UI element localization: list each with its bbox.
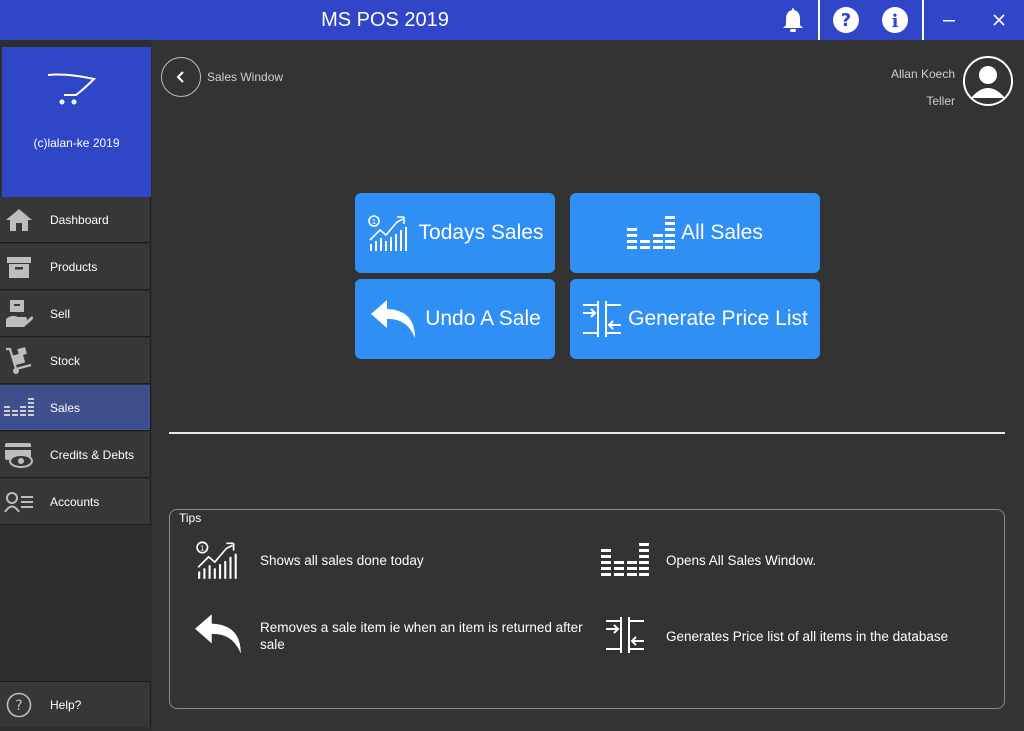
help-circle-icon[interactable]: ? [830,0,862,40]
tip-text: Opens All Sales Window. [666,553,817,568]
undo-arrow-icon [371,300,416,338]
card-eye-icon [4,440,34,470]
minimize-icon[interactable] [936,0,962,40]
transfer-icon [606,617,644,653]
undo-sale-label: Undo A Sale [425,307,541,330]
sidebar-item-credits-debts[interactable]: Credits & Debts [0,432,151,478]
bars-icon [627,216,676,249]
user-role: Teller [926,94,955,108]
all-sales-label: All Sales [681,221,763,244]
sidebar-item-sell[interactable]: Sell [0,291,151,337]
sidebar-item-help[interactable]: ? Help? [0,681,151,727]
svg-text:?: ? [841,10,851,31]
sidebar-item-products[interactable]: Products [0,244,151,290]
hand-truck-icon [4,346,34,376]
tip-text: Generates Price list of all items in the… [666,629,949,644]
sales-trend-icon: 1 [367,215,407,251]
title-bar: MS POS 2019 ? i [0,0,1024,40]
undo-arrow-icon [195,614,241,654]
generate-price-list-button[interactable]: Generate Price List [570,279,820,359]
chevron-left-icon [176,71,184,83]
svg-text:1: 1 [371,218,375,226]
user-name: Allan Koech [890,67,955,81]
user-icon [971,66,1005,98]
section-divider [169,432,1005,434]
avatar[interactable] [963,56,1013,106]
svg-text:?: ? [15,698,22,714]
title-separator [922,0,924,40]
sales-trend-icon: 1 [196,541,237,579]
sidebar-item-label: Stock [50,353,81,368]
brand-panel: (c)lalan-ke 2019 [2,47,151,197]
window-title: MS POS 2019 [321,9,449,31]
accounts-icon [4,487,34,517]
sidebar-item-label: Sales [50,400,81,415]
question-icon: ? [4,690,34,720]
svg-text:i: i [892,11,899,32]
sidebar-item-label: Sell [50,306,71,321]
tip-text: Shows all sales done today [260,553,424,568]
sidebar-item-dashboard[interactable]: Dashboard [0,197,151,243]
bars-icon [601,543,649,576]
tip-text: Removes a sale item ie when an item is r… [260,620,583,652]
sidebar-item-label: Dashboard [50,212,109,227]
sidebar-item-label: Help? [50,698,82,712]
tips-legend: Tips [177,511,204,525]
sidebar-item-sales[interactable]: Sales [0,385,151,431]
info-icon[interactable]: i [879,0,911,40]
sidebar-item-label: Products [50,259,98,274]
todays-sales-button[interactable]: 1 Todays Sales [355,193,555,273]
sidebar-item-stock[interactable]: Stock [0,338,151,384]
breadcrumb: Sales Window [207,70,284,84]
sidebar-item-label: Credits & Debts [50,447,135,462]
sidebar-item-accounts[interactable]: Accounts [0,479,151,525]
home-icon [4,205,34,235]
sell-hand-icon [4,299,34,329]
todays-sales-label: Todays Sales [418,221,544,244]
bell-icon[interactable] [775,0,811,40]
brand-text: (c)lalan-ke 2019 [33,136,120,150]
sidebar-item-label: Accounts [50,494,100,509]
transfer-icon [583,301,622,337]
all-sales-button[interactable]: All Sales [570,193,820,273]
svg-text:1: 1 [200,544,205,553]
tips-panel [169,509,1005,709]
title-separator [818,0,820,40]
back-button[interactable] [161,57,201,97]
bars-icon [4,393,34,423]
generate-price-list-label: Generate Price List [628,307,808,330]
box-icon [4,252,34,282]
close-icon[interactable] [986,0,1012,40]
cart-logo-icon [47,73,97,105]
undo-sale-button[interactable]: Undo A Sale [355,279,555,359]
